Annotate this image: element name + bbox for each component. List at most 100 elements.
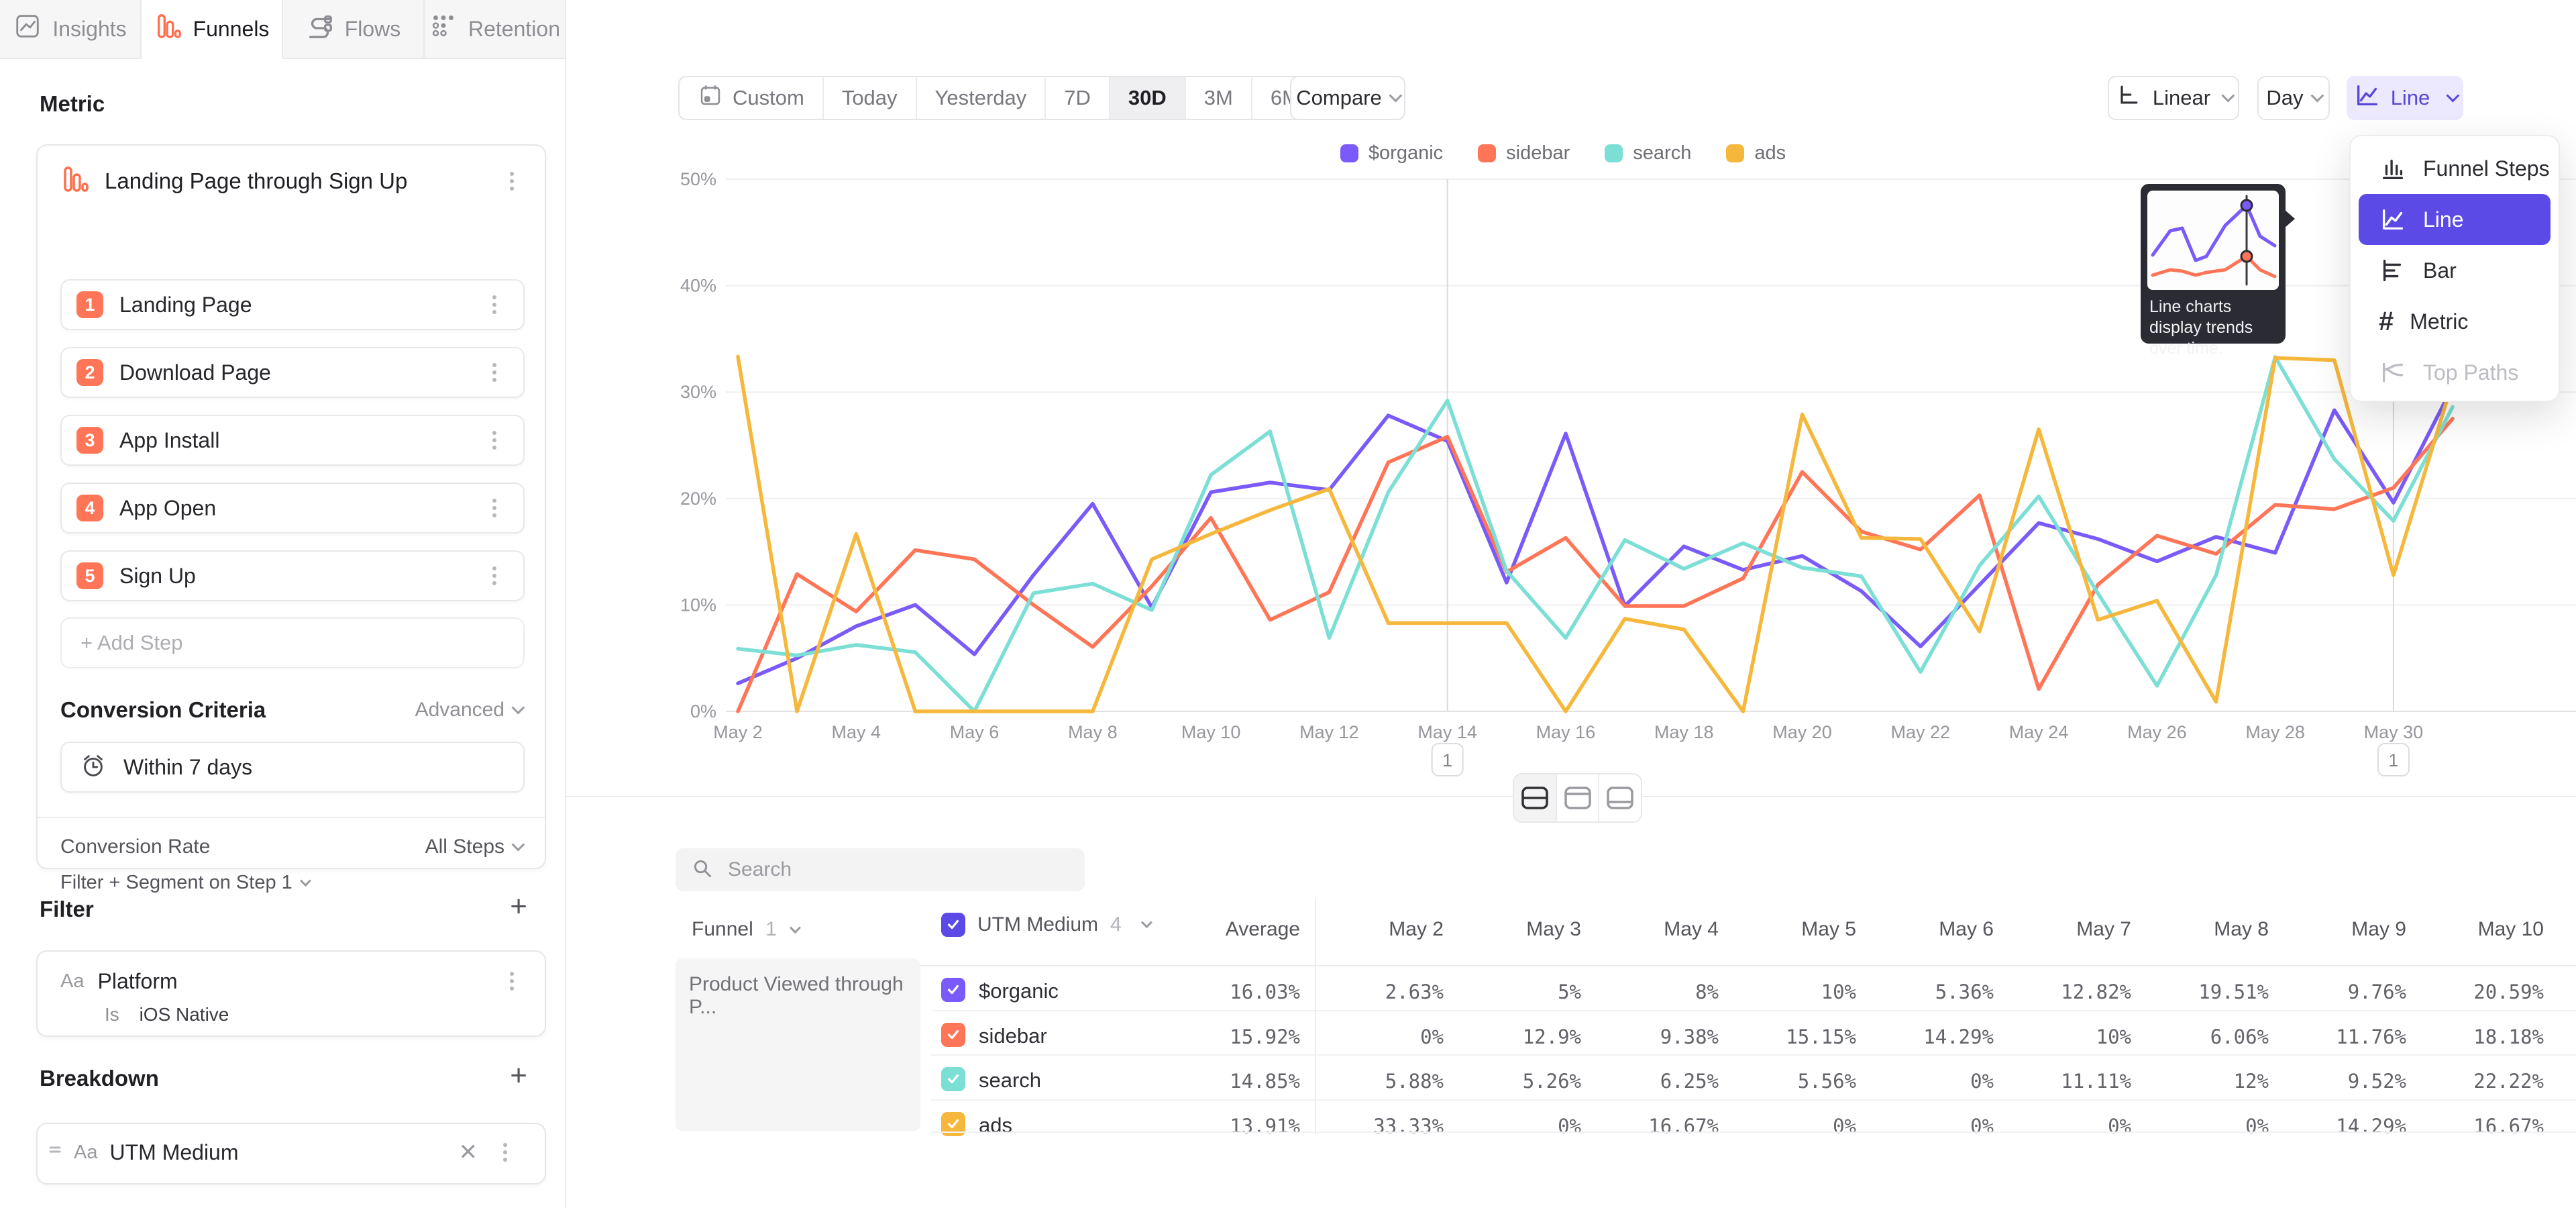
range-30d[interactable]: 30D <box>1110 77 1186 119</box>
funnel-step-3[interactable]: 3 App Install <box>60 415 525 466</box>
chart-type-menu: Funnel StepsLine Bar #Metric Top Paths <box>2349 135 2560 402</box>
row-value: 15.15% <box>1786 1025 1856 1048</box>
step-kebab-menu[interactable] <box>484 359 504 386</box>
date-column-header[interactable]: May 6 <box>1939 918 1994 941</box>
menu-item-bar[interactable]: Bar <box>2359 245 2551 296</box>
step-label: App Install <box>119 428 219 453</box>
range-yesterday[interactable]: Yesterday <box>917 77 1046 119</box>
table-row-sidebar[interactable]: sidebar15.92%0%12.9%9.38%15.15%14.29%10%… <box>676 1013 2576 1058</box>
range-7d[interactable]: 7D <box>1046 77 1110 119</box>
filter-value[interactable]: iOS Native <box>140 1004 229 1025</box>
tab-funnels[interactable]: Funnels <box>142 0 283 59</box>
row-value: 10% <box>2096 1025 2131 1048</box>
step-kebab-menu[interactable] <box>484 291 504 318</box>
range-3m[interactable]: 3M <box>1186 77 1252 119</box>
tab-flows[interactable]: Flows <box>283 0 425 59</box>
y-tick: 10% <box>680 595 716 615</box>
funnel-column-header[interactable]: Funnel 1 <box>692 918 798 941</box>
layout-chart-button[interactable] <box>1557 774 1600 821</box>
table-row-ads[interactable]: ads13.91%33.33%0%16.67%0%0%0%0%14.29%16.… <box>676 1103 2576 1147</box>
annotation-badge[interactable]: 1 <box>2388 750 2398 770</box>
date-column-header[interactable]: May 9 <box>2351 918 2406 941</box>
conversion-window[interactable]: Within 7 days <box>60 742 525 793</box>
remove-breakdown-icon[interactable]: ✕ <box>459 1139 478 1166</box>
filter-segment-toggle[interactable]: Filter + Segment on Step 1 <box>60 872 309 894</box>
x-tick: May 26 <box>2127 722 2187 742</box>
date-column-header[interactable]: May 7 <box>2076 918 2131 941</box>
search-input[interactable] <box>727 858 1024 882</box>
date-column-header[interactable]: May 4 <box>1664 918 1719 941</box>
add-filter-button[interactable]: + <box>510 890 527 923</box>
row-value: 16.67% <box>1648 1115 1719 1138</box>
row-label: $organic <box>979 979 1059 1003</box>
conversion-rate-select[interactable]: All Steps <box>425 836 522 858</box>
date-column-header[interactable]: May 5 <box>1801 918 1856 941</box>
line-chart-icon <box>2379 205 2407 234</box>
funnel-metric-icon <box>60 164 90 197</box>
layout-split-button[interactable] <box>1514 774 1557 821</box>
granularity-select[interactable]: Day <box>2257 76 2330 120</box>
funnel-step-4[interactable]: 4App Open <box>60 483 525 534</box>
menu-item-line[interactable]: Line <box>2359 194 2551 245</box>
advanced-toggle[interactable]: Advanced <box>415 699 522 721</box>
conversion-rate-label: Conversion Rate <box>60 836 210 858</box>
line-chart-icon <box>2353 81 2381 115</box>
menu-item-funnel-steps[interactable]: Funnel Steps <box>2359 143 2551 194</box>
step-number-badge: 1 <box>76 291 103 318</box>
row-checkbox[interactable] <box>941 978 965 1002</box>
step-number-badge: 3 <box>76 427 103 454</box>
step-label: Download Page <box>119 360 271 385</box>
menu-item-label: Top Paths <box>2423 360 2518 385</box>
x-tick: May 12 <box>1299 722 1359 742</box>
table-row-search[interactable]: search14.85%5.88%5.26%6.25%5.56%0%11.11%… <box>676 1058 2576 1102</box>
range-today[interactable]: Today <box>824 77 917 119</box>
date-column-header[interactable]: May 2 <box>1389 918 1444 941</box>
funnel-kebab-menu[interactable] <box>502 168 522 195</box>
x-tick: May 16 <box>1536 722 1596 742</box>
filter-kebab-menu[interactable] <box>502 968 522 995</box>
funnel-step-5[interactable]: 5Sign Up <box>60 550 525 601</box>
row-checkbox[interactable] <box>941 1023 965 1047</box>
menu-item-label: Metric <box>2410 309 2468 334</box>
date-column-header[interactable]: May 10 <box>2478 918 2544 941</box>
funnels-icon <box>154 12 182 46</box>
menu-item-metric[interactable]: #Metric <box>2359 296 2551 347</box>
date-column-header[interactable]: May 3 <box>1526 918 1581 941</box>
breakdown-card[interactable]: Aa UTM Medium ✕ <box>36 1123 546 1185</box>
breakdown-section-title: Breakdown <box>40 1066 159 1091</box>
layout-table-button[interactable] <box>1599 774 1641 821</box>
tab-insights[interactable]: Insights <box>0 0 142 59</box>
step-kebab-menu[interactable] <box>484 562 504 589</box>
step-kebab-menu[interactable] <box>484 495 504 521</box>
series-line-ads[interactable] <box>738 356 2453 711</box>
row-checkbox[interactable] <box>941 1067 965 1091</box>
range-custom[interactable]: Custom <box>680 77 824 119</box>
step-kebab-menu[interactable] <box>484 427 504 454</box>
select-all-checkbox[interactable] <box>941 913 965 937</box>
add-step-button[interactable]: + Add Step <box>60 617 525 668</box>
annotation-badge[interactable]: 1 <box>1442 750 1452 770</box>
y-tick: 40% <box>680 276 716 296</box>
menu-item-label: Bar <box>2423 258 2457 283</box>
funnel-step-1[interactable]: 1Landing Page <box>60 279 525 330</box>
add-breakdown-button[interactable]: + <box>510 1059 527 1093</box>
breakdown-kebab-menu[interactable] <box>495 1139 515 1166</box>
average-column-header[interactable]: Average <box>1226 918 1300 941</box>
date-column-header[interactable]: May 8 <box>2214 918 2269 941</box>
card-divider <box>38 817 545 818</box>
series-line-search[interactable] <box>738 357 2453 711</box>
scale-select[interactable]: Linear <box>2108 76 2239 120</box>
row-value: 11.11% <box>2061 1070 2131 1093</box>
funnel-title[interactable]: Landing Page through Sign Up <box>105 168 407 194</box>
table-row-organic[interactable]: $organic16.03%2.63%5%8%10%5.36%12.82%19.… <box>676 968 2576 1013</box>
compare-button[interactable]: Compare <box>1290 76 1405 120</box>
chart-type-select[interactable]: Line <box>2347 76 2463 120</box>
tab-label: Funnels <box>193 17 270 42</box>
tab-retention[interactable]: Retention <box>425 0 566 59</box>
filter-operator[interactable]: Is <box>105 1004 119 1025</box>
series-line-organic[interactable] <box>738 387 2453 683</box>
segment-column-header[interactable]: UTM Medium 4 <box>941 913 1150 937</box>
drag-handle-icon[interactable] <box>48 1143 62 1162</box>
funnel-step-2[interactable]: 2Download Page <box>60 347 525 398</box>
filter-card[interactable]: Aa Platform Is iOS Native <box>36 950 546 1037</box>
